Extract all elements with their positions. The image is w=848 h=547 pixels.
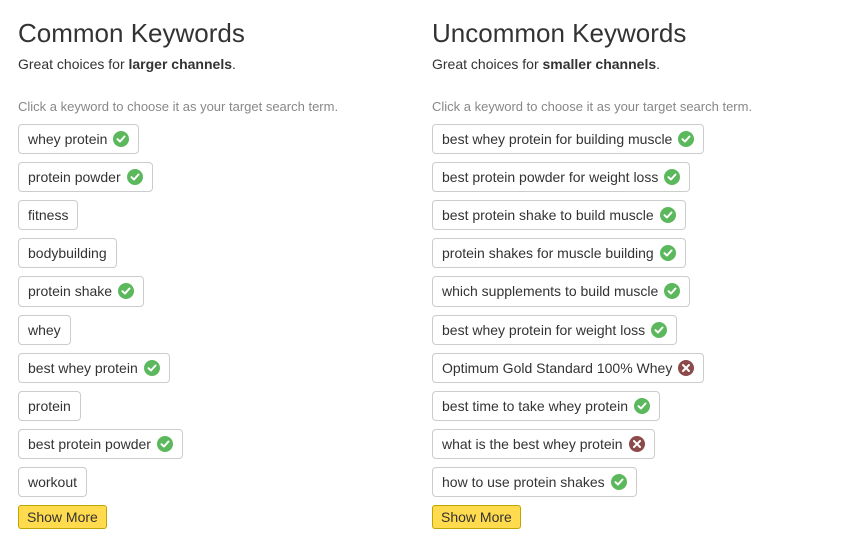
- keyword-label: bodybuilding: [28, 244, 107, 262]
- keyword-chip[interactable]: Optimum Gold Standard 100% Whey: [432, 353, 704, 383]
- check-circle-icon: [118, 283, 134, 299]
- check-circle-icon: [660, 245, 676, 261]
- keyword-label: protein shake: [28, 282, 112, 300]
- subtitle-prefix: Great choices for: [18, 56, 129, 72]
- keyword-label: best protein powder for weight loss: [442, 168, 658, 186]
- keyword-chip[interactable]: protein: [18, 391, 81, 421]
- column-common: Common Keywords Great choices for larger…: [18, 18, 424, 529]
- keyword-label: protein shakes for muscle building: [442, 244, 654, 262]
- keyword-label: Optimum Gold Standard 100% Whey: [442, 359, 672, 377]
- keyword-chip[interactable]: what is the best whey protein: [432, 429, 655, 459]
- keyword-chip[interactable]: fitness: [18, 200, 78, 230]
- check-circle-icon: [127, 169, 143, 185]
- keyword-chip[interactable]: how to use protein shakes: [432, 467, 637, 497]
- keyword-chip[interactable]: best protein powder for weight loss: [432, 162, 690, 192]
- check-circle-icon: [660, 207, 676, 223]
- keyword-chip[interactable]: best whey protein: [18, 353, 170, 383]
- column-uncommon: Uncommon Keywords Great choices for smal…: [424, 18, 830, 529]
- check-circle-icon: [157, 436, 173, 452]
- check-circle-icon: [113, 131, 129, 147]
- keyword-chip[interactable]: best whey protein for weight loss: [432, 315, 677, 345]
- column-instruction: Click a keyword to choose it as your tar…: [432, 99, 830, 114]
- keyword-label: what is the best whey protein: [442, 435, 623, 453]
- keyword-chip[interactable]: protein shakes for muscle building: [432, 238, 686, 268]
- keyword-label: fitness: [28, 206, 68, 224]
- keyword-chip[interactable]: protein shake: [18, 276, 144, 306]
- keyword-label: best protein powder: [28, 435, 151, 453]
- subtitle-bold: smaller channels: [543, 56, 657, 72]
- keyword-chip[interactable]: best time to take whey protein: [432, 391, 660, 421]
- check-circle-icon: [144, 360, 160, 376]
- column-subtitle: Great choices for larger channels.: [18, 55, 408, 75]
- keyword-label: best protein shake to build muscle: [442, 206, 654, 224]
- keyword-chip[interactable]: protein powder: [18, 162, 153, 192]
- keyword-label: protein: [28, 397, 71, 415]
- keyword-chip[interactable]: best protein shake to build muscle: [432, 200, 686, 230]
- x-circle-icon: [678, 360, 694, 376]
- show-more-button[interactable]: Show More: [432, 505, 521, 529]
- show-more-button[interactable]: Show More: [18, 505, 107, 529]
- keyword-label: how to use protein shakes: [442, 473, 605, 491]
- check-circle-icon: [611, 474, 627, 490]
- keyword-chip[interactable]: which supplements to build muscle: [432, 276, 690, 306]
- keyword-columns: Common Keywords Great choices for larger…: [18, 18, 830, 529]
- check-circle-icon: [651, 322, 667, 338]
- keyword-label: best time to take whey protein: [442, 397, 628, 415]
- keyword-list-uncommon: best whey protein for building muscle bes…: [432, 124, 830, 498]
- column-title: Common Keywords: [18, 18, 408, 49]
- keyword-label: best whey protein for building muscle: [442, 130, 672, 148]
- check-circle-icon: [634, 398, 650, 414]
- check-circle-icon: [664, 169, 680, 185]
- column-subtitle: Great choices for smaller channels.: [432, 55, 830, 75]
- keyword-label: whey protein: [28, 130, 107, 148]
- keyword-chip[interactable]: best protein powder: [18, 429, 183, 459]
- keyword-label: best whey protein for weight loss: [442, 321, 645, 339]
- column-instruction: Click a keyword to choose it as your tar…: [18, 99, 408, 114]
- keyword-label: protein powder: [28, 168, 121, 186]
- keyword-list-common: whey protein protein powder fitness bodybui…: [18, 124, 408, 498]
- keyword-chip[interactable]: bodybuilding: [18, 238, 117, 268]
- keyword-label: which supplements to build muscle: [442, 282, 658, 300]
- subtitle-prefix: Great choices for: [432, 56, 543, 72]
- check-circle-icon: [678, 131, 694, 147]
- subtitle-suffix: .: [232, 56, 236, 72]
- keyword-chip[interactable]: whey: [18, 315, 71, 345]
- subtitle-bold: larger channels: [129, 56, 233, 72]
- keyword-label: whey: [28, 321, 61, 339]
- x-circle-icon: [629, 436, 645, 452]
- keyword-label: workout: [28, 473, 77, 491]
- keyword-chip[interactable]: whey protein: [18, 124, 139, 154]
- keyword-chip[interactable]: workout: [18, 467, 87, 497]
- keyword-label: best whey protein: [28, 359, 138, 377]
- check-circle-icon: [664, 283, 680, 299]
- subtitle-suffix: .: [656, 56, 660, 72]
- keyword-chip[interactable]: best whey protein for building muscle: [432, 124, 704, 154]
- column-title: Uncommon Keywords: [432, 18, 830, 49]
